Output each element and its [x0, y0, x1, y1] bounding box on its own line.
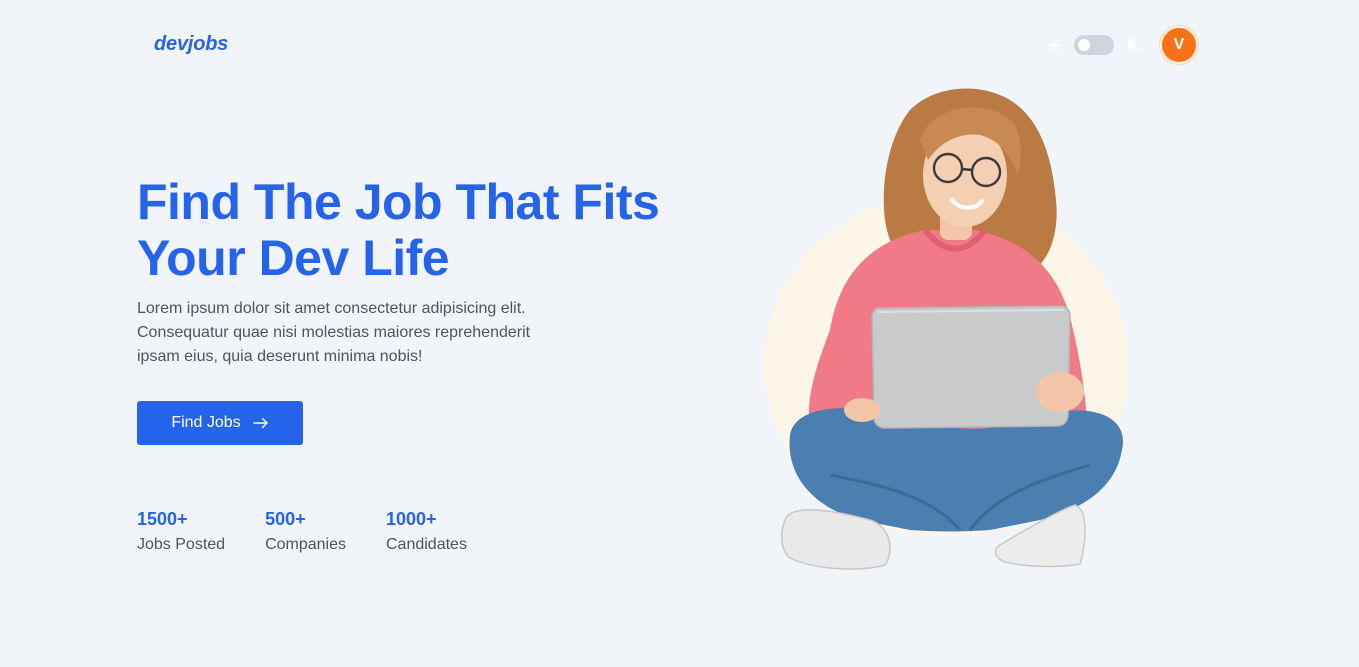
find-jobs-label: Find Jobs — [171, 414, 241, 431]
theme-toggle[interactable] — [1074, 35, 1114, 55]
theme-controls — [1046, 34, 1142, 56]
hero-illustration — [764, 88, 1128, 570]
stat-label: Jobs Posted — [137, 536, 226, 553]
arrow-right-icon — [252, 417, 269, 429]
stat-jobs-posted: 1500+ Jobs Posted — [137, 508, 225, 555]
logo[interactable]: devjobs — [154, 33, 228, 56]
stat-value: 1500+ — [137, 509, 188, 529]
stat-candidates: 1000+ Candidates — [386, 508, 467, 555]
moon-icon — [1124, 36, 1142, 54]
stat-companies: 500+ Companies — [265, 508, 346, 555]
sun-icon — [1046, 36, 1064, 54]
hero-title: Find The Job That Fits Your Dev Life — [137, 174, 697, 286]
hero-description: Lorem ipsum dolor sit amet consectetur a… — [137, 300, 531, 365]
user-avatar[interactable]: V — [1160, 26, 1198, 64]
stat-value: 500+ — [265, 509, 306, 529]
stat-value: 1000+ — [386, 509, 437, 529]
stat-label: Candidates — [386, 536, 467, 553]
stats-row: 1500+ Jobs Posted 500+ Companies 1000+ C… — [137, 508, 507, 555]
find-jobs-button[interactable]: Find Jobs — [137, 401, 303, 445]
stat-label: Companies — [265, 536, 346, 553]
hero-title-line-1: Find The Job That Fits — [137, 174, 660, 230]
theme-toggle-knob — [1078, 39, 1090, 51]
laptop — [871, 305, 1071, 429]
hero-title-line-2: Your Dev Life — [137, 230, 450, 286]
